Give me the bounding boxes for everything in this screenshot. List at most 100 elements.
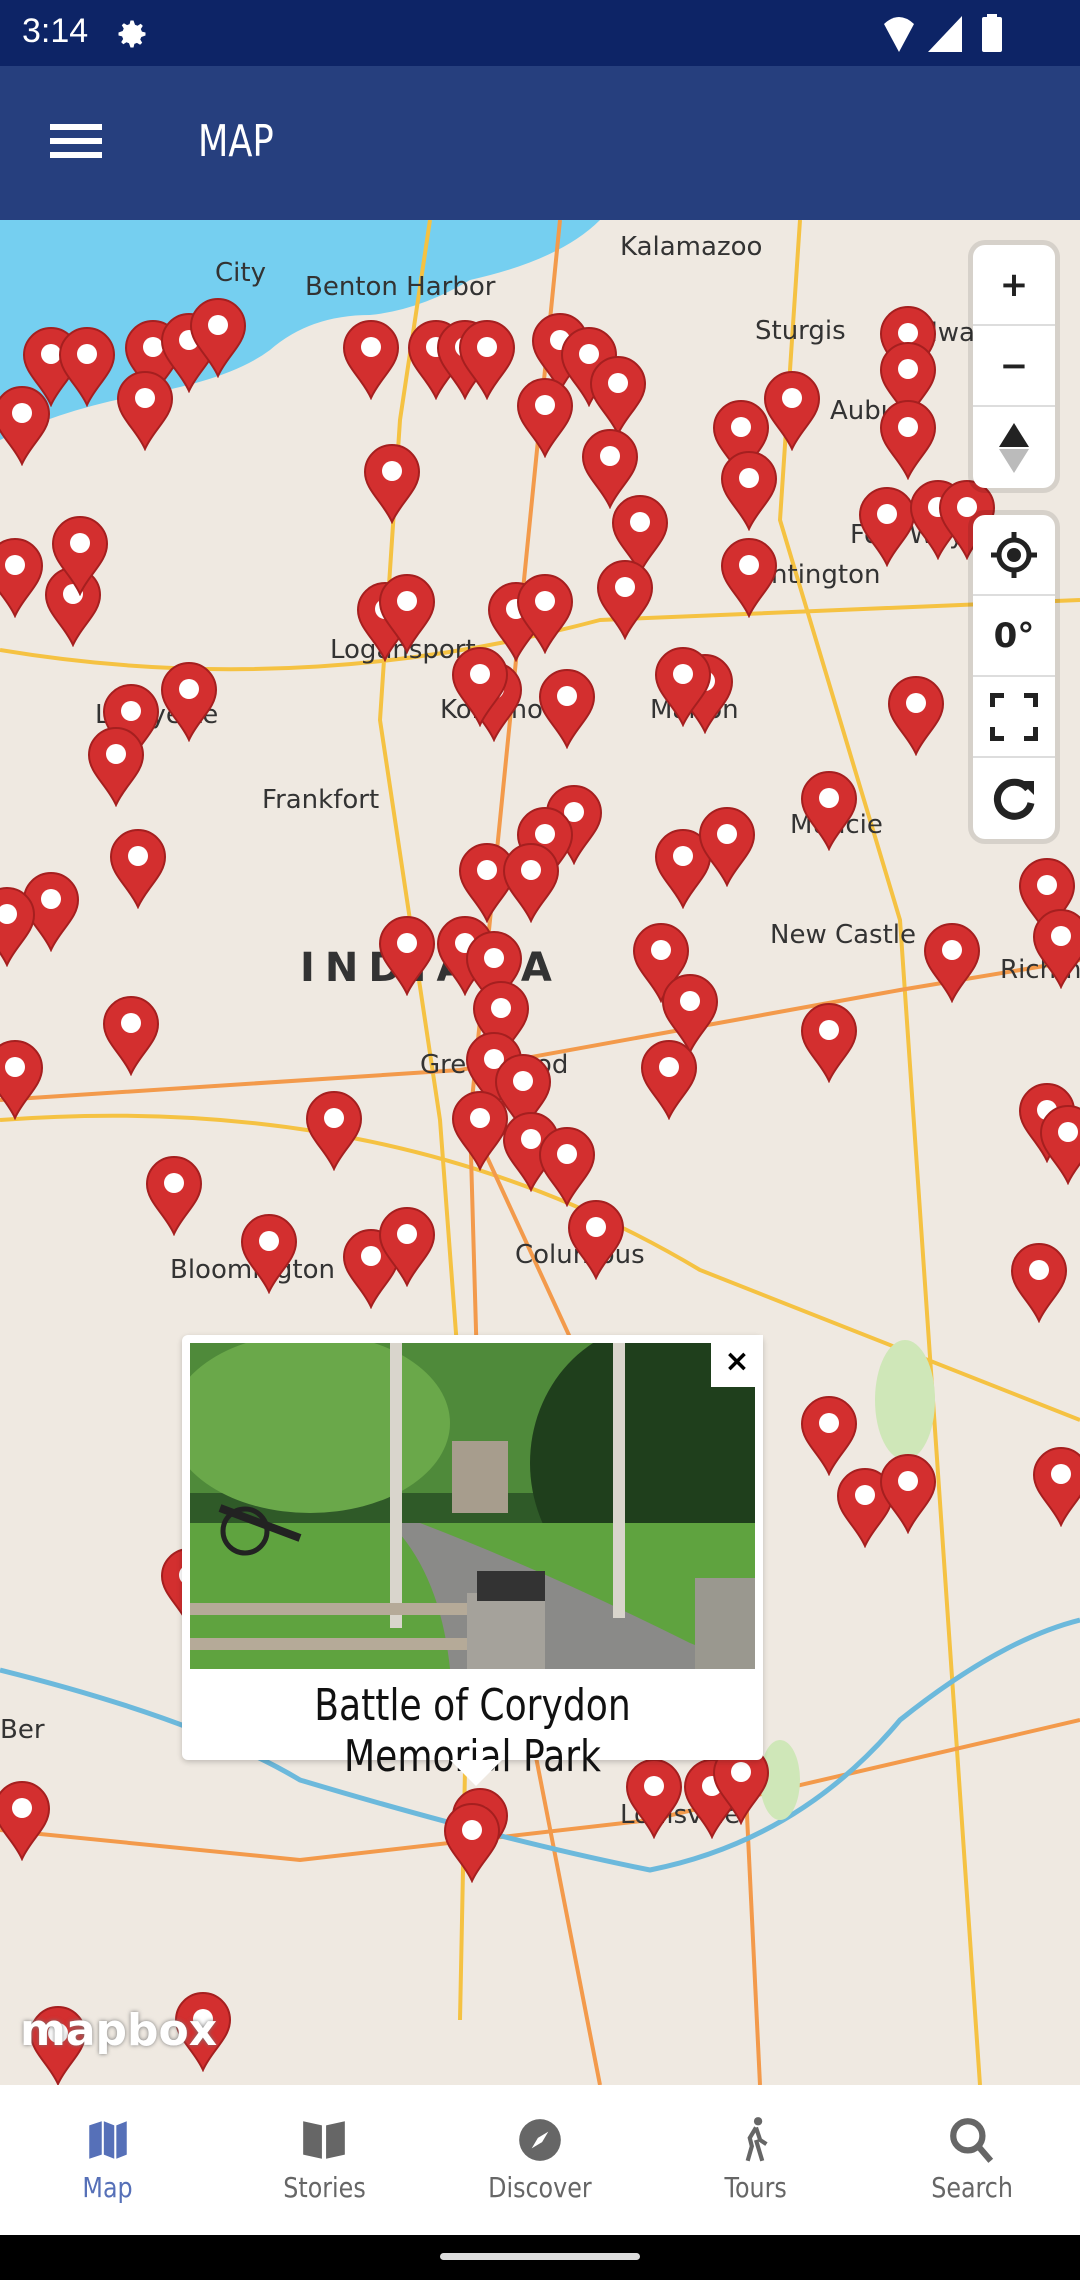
map-pin-icon[interactable] bbox=[763, 370, 821, 451]
map-pin-icon[interactable] bbox=[443, 1802, 501, 1883]
bearing-button[interactable]: 0° bbox=[973, 596, 1055, 677]
app-bar: MAP bbox=[0, 66, 1080, 220]
map-pin-icon[interactable] bbox=[240, 1214, 298, 1295]
map-pin-icon[interactable] bbox=[189, 298, 247, 379]
zoom-in-button[interactable]: + bbox=[973, 245, 1055, 326]
locate-button[interactable] bbox=[973, 515, 1055, 596]
map-pin-icon[interactable] bbox=[720, 450, 778, 531]
map-label: Ber bbox=[0, 1715, 45, 1745]
map-pin-icon[interactable] bbox=[378, 916, 436, 997]
popup-pointer bbox=[450, 1760, 502, 1786]
tab-label: Search bbox=[931, 2171, 1013, 2204]
page-title: MAP bbox=[198, 116, 274, 167]
map-pin-icon[interactable] bbox=[451, 1090, 509, 1171]
map-pin-icon[interactable] bbox=[538, 668, 596, 749]
wifi-icon bbox=[884, 17, 914, 52]
tab-label: Tours bbox=[724, 2171, 788, 2204]
map-pin-icon[interactable] bbox=[342, 320, 400, 401]
map-pin-icon[interactable] bbox=[378, 1206, 436, 1287]
park-photo-illustration bbox=[190, 1343, 755, 1669]
map-pin-icon[interactable] bbox=[1039, 1105, 1080, 1186]
map-label: New Castle bbox=[770, 920, 917, 950]
map-pin-icon[interactable] bbox=[698, 807, 756, 888]
map-pin-icon[interactable] bbox=[858, 487, 916, 568]
status-bar: 3:14 bbox=[0, 0, 1080, 66]
home-gesture-handle[interactable] bbox=[440, 2253, 640, 2260]
refresh-icon bbox=[993, 778, 1035, 820]
tab-tours[interactable]: Tours bbox=[648, 2085, 864, 2235]
map-pin-icon[interactable] bbox=[87, 727, 145, 808]
hamburger-menu-icon[interactable] bbox=[50, 124, 102, 164]
system-navigation-bar bbox=[0, 2235, 1080, 2280]
map-pin-icon[interactable] bbox=[516, 378, 574, 459]
close-popup-button[interactable]: × bbox=[711, 1335, 763, 1387]
map-pin-icon[interactable] bbox=[1010, 1243, 1068, 1324]
map-pin-icon[interactable] bbox=[502, 843, 560, 924]
map-pin-icon[interactable] bbox=[923, 923, 981, 1004]
search-icon bbox=[950, 2118, 994, 2163]
zoom-controls: + − bbox=[973, 245, 1055, 488]
map-pin-icon[interactable] bbox=[567, 1199, 625, 1280]
map-pin-icon[interactable] bbox=[109, 828, 167, 909]
map-pin-icon[interactable] bbox=[1032, 1446, 1080, 1527]
map-label: Kalamazoo bbox=[620, 232, 763, 262]
map-pin-icon[interactable] bbox=[363, 443, 421, 524]
signal-icon bbox=[928, 16, 962, 52]
map-pin-icon[interactable] bbox=[800, 1003, 858, 1084]
place-photo[interactable] bbox=[190, 1343, 755, 1669]
place-popup[interactable]: × Battle of Corydon Memorial Park bbox=[182, 1335, 763, 1786]
zoom-out-button[interactable]: − bbox=[973, 326, 1055, 407]
refresh-button[interactable] bbox=[973, 758, 1055, 839]
settings-icon bbox=[118, 20, 146, 48]
tab-stories[interactable]: Stories bbox=[216, 2085, 432, 2235]
mapbox-logo[interactable]: mapbox bbox=[20, 2005, 217, 2056]
tab-label: Discover bbox=[488, 2171, 592, 2204]
map-pin-icon[interactable] bbox=[58, 327, 116, 408]
map-label: City bbox=[215, 258, 266, 288]
map-pin-icon[interactable] bbox=[800, 1395, 858, 1476]
compass-button[interactable] bbox=[973, 407, 1055, 488]
map-pin-icon[interactable] bbox=[51, 516, 109, 597]
map-pin-icon[interactable] bbox=[654, 647, 712, 728]
map-pin-icon[interactable] bbox=[589, 356, 647, 437]
map-pin-icon[interactable] bbox=[0, 1039, 44, 1120]
map-pin-icon[interactable] bbox=[458, 320, 516, 401]
bottom-navigation: Map Stories Discover Tours Search bbox=[0, 2085, 1080, 2235]
map-icon bbox=[89, 2121, 127, 2159]
map-tools: 0° bbox=[973, 515, 1055, 839]
book-icon bbox=[303, 2121, 345, 2159]
map-pin-icon[interactable] bbox=[102, 996, 160, 1077]
map-pin-icon[interactable] bbox=[640, 1039, 698, 1120]
map-label: Sturgis bbox=[755, 316, 846, 346]
map-pin-icon[interactable] bbox=[0, 1780, 51, 1861]
tab-map[interactable]: Map bbox=[0, 2085, 216, 2235]
map-pin-icon[interactable] bbox=[0, 887, 36, 967]
map-label: Benton Harbor bbox=[305, 272, 496, 302]
compass-icon bbox=[519, 2119, 561, 2161]
map-pin-icon[interactable] bbox=[0, 385, 51, 466]
map-pin-icon[interactable] bbox=[887, 676, 945, 757]
fullscreen-button[interactable] bbox=[973, 677, 1055, 758]
map-pin-icon[interactable] bbox=[879, 1453, 937, 1534]
battery-icon bbox=[982, 14, 1002, 52]
map-view[interactable]: Kalamazoo Benton Harbor Sturgis Coldwater Hu… bbox=[0, 220, 1080, 2085]
map-pin-icon[interactable] bbox=[720, 538, 778, 619]
tab-search[interactable]: Search bbox=[864, 2085, 1080, 2235]
map-pin-icon[interactable] bbox=[305, 1090, 363, 1171]
fullscreen-icon bbox=[990, 692, 1038, 741]
status-time: 3:14 bbox=[22, 12, 89, 50]
map-pin-icon[interactable] bbox=[800, 770, 858, 851]
map-pin-icon[interactable] bbox=[596, 559, 654, 640]
map-pin-icon[interactable] bbox=[1032, 908, 1080, 989]
map-pin-icon[interactable] bbox=[879, 400, 937, 481]
map-pin-icon[interactable] bbox=[538, 1126, 596, 1207]
map-pin-icon[interactable] bbox=[0, 538, 44, 619]
location-target-icon bbox=[991, 531, 1037, 578]
map-pin-icon[interactable] bbox=[145, 1155, 203, 1236]
map-pin-icon[interactable] bbox=[516, 574, 574, 655]
tab-discover[interactable]: Discover bbox=[432, 2085, 648, 2235]
map-pin-icon[interactable] bbox=[116, 370, 174, 451]
map-pin-icon[interactable] bbox=[451, 647, 509, 728]
map-pin-icon[interactable] bbox=[160, 661, 218, 742]
map-pin-icon[interactable] bbox=[378, 574, 436, 655]
